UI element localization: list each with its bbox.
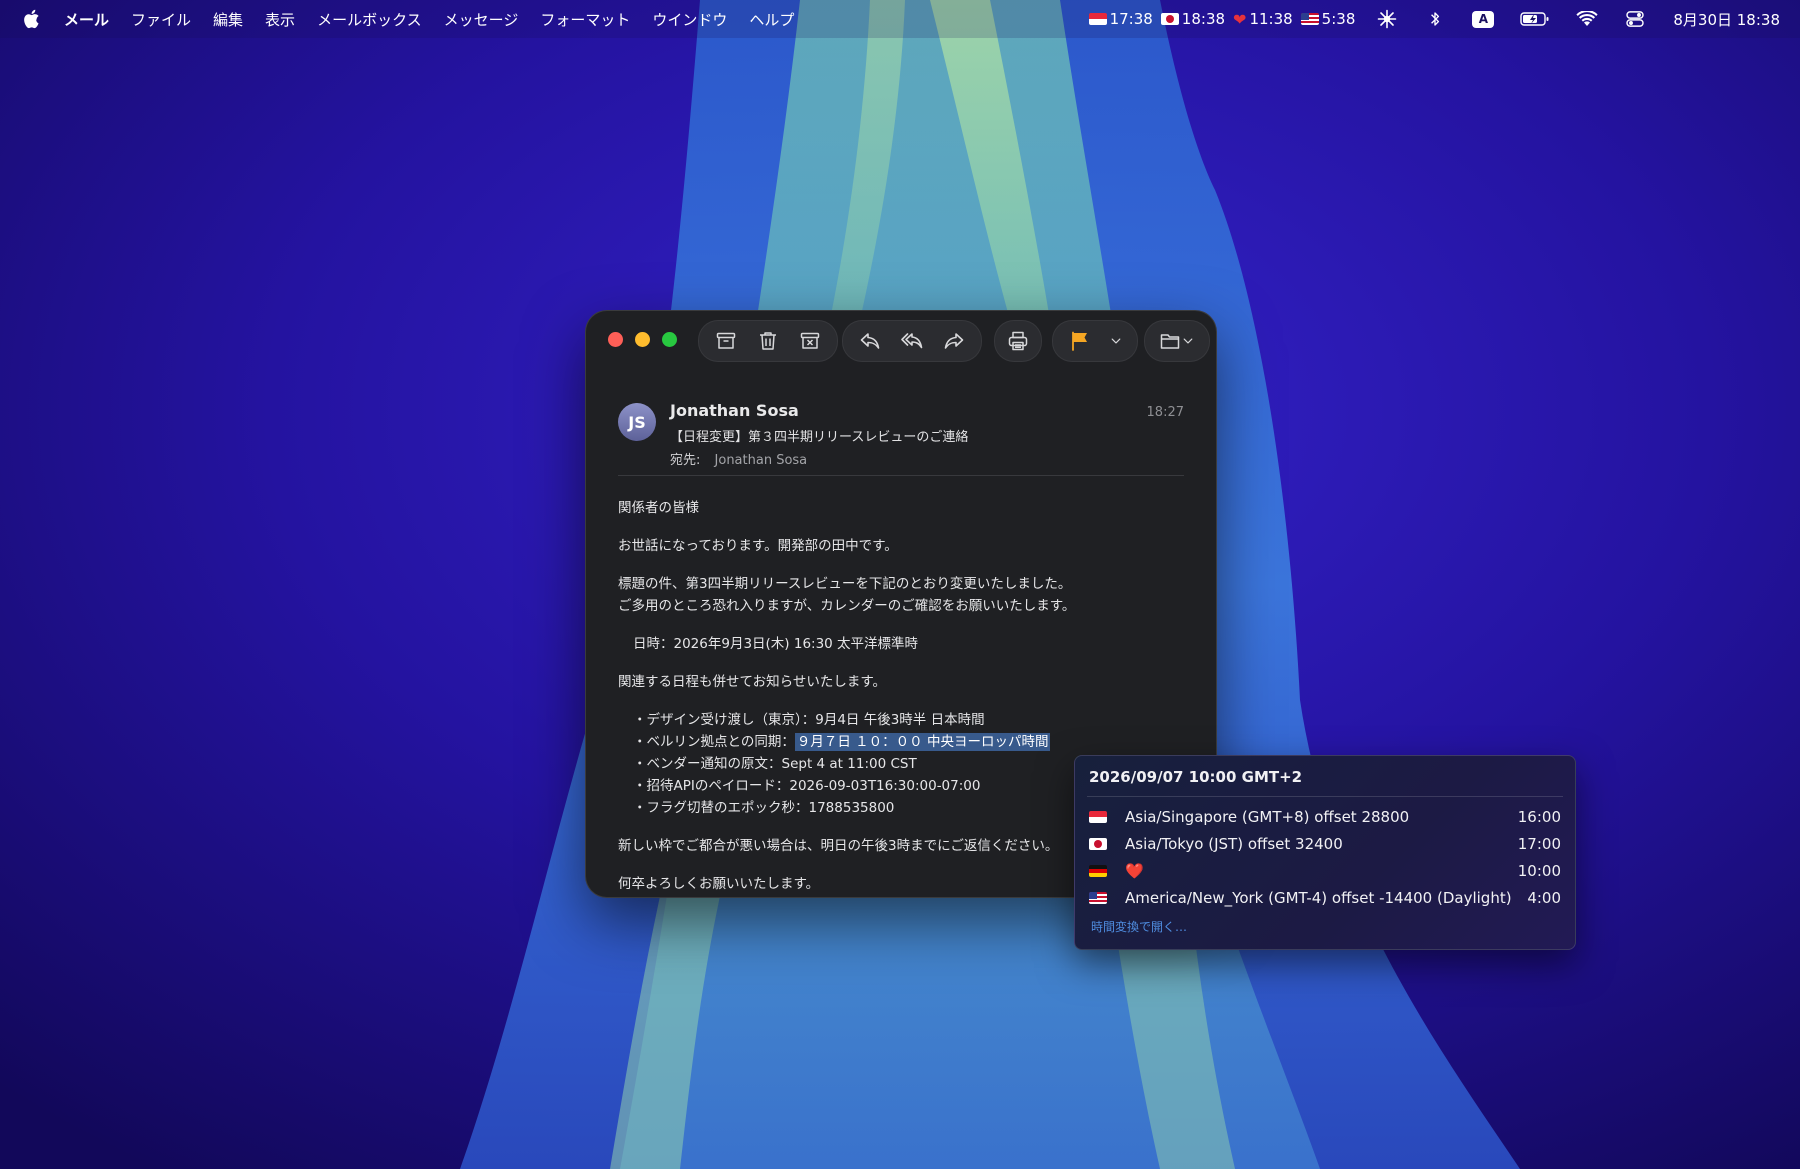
- archive-button[interactable]: [709, 324, 743, 358]
- us-flag-icon: [1089, 892, 1107, 904]
- zoom-window-button[interactable]: [662, 332, 677, 347]
- body-greeting: 関係者の皆様: [618, 500, 699, 516]
- body-datetime: 日時：2026年9月3日(木) 16:30 太平洋標準時: [633, 636, 919, 652]
- printer-icon: [1008, 331, 1028, 351]
- window-toolbar: [586, 311, 1216, 371]
- germany-flag-icon: [1089, 865, 1107, 877]
- menu-window[interactable]: ウインドウ: [652, 9, 727, 30]
- junk-button[interactable]: [793, 324, 827, 358]
- close-window-button[interactable]: [608, 332, 623, 347]
- popup-title: 2026/09/07 10:00 GMT+2: [1089, 768, 1303, 786]
- singapore-flag-icon: [1089, 811, 1107, 823]
- control-center-icon[interactable]: [1624, 9, 1646, 29]
- trash-icon: [760, 332, 776, 350]
- menu-bar: メール ファイル 編集 表示 メールボックス メッセージ フォーマット ウインド…: [0, 0, 1800, 38]
- battery-charging-icon[interactable]: [1520, 9, 1550, 29]
- print-button[interactable]: [1001, 324, 1035, 358]
- recipient-line: 宛先: Jonathan Sosa: [670, 449, 807, 468]
- body-intro: お世話になっております。開発部の田中です。: [618, 538, 898, 554]
- folder-icon: [1160, 334, 1180, 349]
- junk-icon: [800, 332, 820, 349]
- timezone-row-tokyo[interactable]: Asia/Tokyo (JST) offset 32400 17:00: [1089, 831, 1561, 857]
- list-item: ・ベルリン拠点との同期： ９月７日 １０：００ 中央ヨーロッパ時間: [633, 733, 1051, 751]
- reply-button[interactable]: [853, 324, 887, 358]
- world-clock-us[interactable]: 5:38: [1300, 10, 1355, 28]
- time-conversion-popup: 2026/09/07 10:00 GMT+2 Asia/Singapore (G…: [1074, 755, 1576, 950]
- wifi-icon[interactable]: [1576, 9, 1598, 29]
- body-related: 関連する日程も併せてお知らせいたします。: [618, 674, 886, 690]
- open-in-time-converter-link[interactable]: 時間変換で開く…: [1091, 918, 1187, 935]
- us-flag-icon: [1300, 13, 1319, 25]
- body-paragraph: 標題の件、第3四半期リリースレビューを下記のとおり変更いたしました。 ご多用のと…: [618, 576, 1076, 614]
- menu-message[interactable]: メッセージ: [444, 9, 519, 30]
- world-clock-singapore[interactable]: 17:38: [1088, 10, 1153, 28]
- reply-all-icon: [901, 333, 923, 349]
- timezone-row-singapore[interactable]: Asia/Singapore (GMT+8) offset 28800 16:0…: [1089, 804, 1561, 830]
- flag-menu-button[interactable]: [1105, 324, 1127, 358]
- forward-icon: [944, 333, 964, 349]
- message-time: 18:27: [1146, 405, 1184, 420]
- toolbar-group-move: [1144, 320, 1210, 362]
- selected-text[interactable]: ９月７日 １０：００ 中央ヨーロッパ時間: [794, 733, 1051, 751]
- sender-name[interactable]: Jonathan Sosa: [670, 401, 799, 420]
- timezone-row-germany[interactable]: ❤️ 10:00: [1089, 858, 1561, 884]
- menu-app-name[interactable]: メール: [64, 9, 109, 30]
- menu-view[interactable]: 表示: [265, 9, 295, 30]
- reply-icon: [860, 333, 880, 349]
- archive-icon: [716, 332, 736, 349]
- timezone-row-new-york[interactable]: America/New_York (GMT-4) offset -14400 (…: [1089, 885, 1561, 911]
- message-header: JS Jonathan Sosa 18:27 【日程変更】第３四半期リリースレビ…: [618, 393, 1184, 476]
- menu-file[interactable]: ファイル: [131, 9, 191, 30]
- delete-button[interactable]: [751, 324, 785, 358]
- move-to-mailbox-button[interactable]: [1155, 324, 1199, 358]
- heart-icon: ❤: [1233, 9, 1247, 29]
- bluetooth-icon[interactable]: [1424, 9, 1446, 29]
- apple-menu-icon[interactable]: [22, 9, 40, 29]
- brightness-icon[interactable]: [1376, 9, 1398, 29]
- menu-format[interactable]: フォーマット: [540, 9, 630, 30]
- toolbar-group-print: [994, 320, 1042, 362]
- flag-button[interactable]: [1063, 324, 1097, 358]
- input-source-icon[interactable]: A: [1472, 9, 1495, 29]
- world-clock-heart[interactable]: ❤ 11:38: [1233, 10, 1293, 29]
- menu-edit[interactable]: 編集: [213, 9, 243, 30]
- menu-mailbox[interactable]: メールボックス: [317, 9, 422, 30]
- japan-flag-icon: [1160, 13, 1179, 25]
- minimize-window-button[interactable]: [635, 332, 650, 347]
- to-label: 宛先:: [670, 453, 701, 468]
- toolbar-group-flag: [1052, 320, 1138, 362]
- reply-all-button[interactable]: [895, 324, 929, 358]
- menubar-datetime[interactable]: 8月30日 18:38: [1673, 9, 1780, 30]
- to-recipient[interactable]: Jonathan Sosa: [715, 453, 808, 468]
- singapore-flag-icon: [1088, 13, 1107, 25]
- flag-icon: [1072, 331, 1087, 351]
- chevron-down-icon: [1183, 338, 1193, 344]
- forward-button[interactable]: [937, 324, 971, 358]
- japan-flag-icon: [1089, 838, 1107, 850]
- chevron-down-icon: [1111, 338, 1121, 344]
- list-item: ・デザイン受け渡し（東京）：9月4日 午後3時半 日本時間: [633, 712, 985, 728]
- message-subject: 【日程変更】第３四半期リリースレビューのご連絡: [670, 430, 969, 445]
- toolbar-group-manage: [698, 320, 838, 362]
- popup-divider: [1087, 796, 1563, 797]
- sender-avatar: JS: [618, 403, 656, 441]
- menu-help[interactable]: ヘルプ: [749, 9, 794, 30]
- world-clock-tokyo[interactable]: 18:38: [1160, 10, 1225, 28]
- toolbar-group-respond: [842, 320, 982, 362]
